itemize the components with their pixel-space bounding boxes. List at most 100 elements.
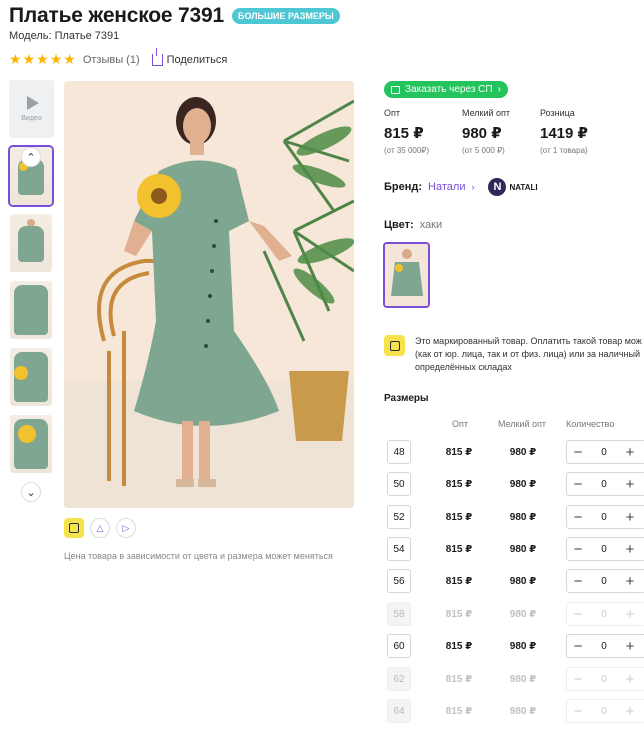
swatch-image: [385, 244, 428, 306]
minus-button[interactable]: −: [567, 638, 589, 655]
quantity-stepper: − 0 +: [566, 472, 644, 496]
thumbnail-4[interactable]: [10, 348, 52, 406]
price-retail: Розница 1419 ₽ (от 1 товара): [540, 108, 618, 155]
size-row: 56 815 ₽ 980 ₽ − 0 +: [387, 568, 644, 594]
plus-button[interactable]: +: [619, 541, 641, 558]
star-icon: ★: [63, 51, 76, 67]
quantity-input[interactable]: 0: [589, 641, 619, 652]
quantity-stepper: − 0 +: [566, 634, 644, 658]
minus-button[interactable]: −: [567, 476, 589, 493]
price-note: Цена товара в зависимости от цвета и раз…: [64, 551, 333, 561]
brand-link[interactable]: Натали: [428, 181, 465, 193]
share-icon: [151, 47, 163, 66]
size-row: 48 815 ₽ 980 ₽ − 0 +: [387, 439, 644, 465]
star-icon: ★: [9, 51, 22, 67]
thumbnail-5[interactable]: [10, 415, 52, 473]
plus-button[interactable]: +: [619, 573, 641, 590]
size-row: 54 815 ₽ 980 ₽ − 0 +: [387, 536, 644, 562]
size-label: 56: [387, 569, 411, 593]
size-price-small-opt: 980 ₽: [509, 478, 537, 490]
size-label: 58: [387, 602, 411, 626]
order-sp-label: Заказать через СП: [405, 84, 493, 95]
size-price-opt: 815 ₽: [445, 575, 473, 587]
minus-button[interactable]: −: [567, 444, 589, 461]
model-text: Модель: Платье 7391: [9, 30, 120, 42]
plus-button[interactable]: +: [619, 638, 641, 655]
quantity-input[interactable]: 0: [589, 512, 619, 523]
quantity-input: 0: [601, 705, 607, 717]
minus-button: −: [573, 702, 583, 720]
size-price-opt: 815 ₽: [445, 673, 473, 685]
size-price-opt: 815 ₽: [445, 511, 473, 523]
quantity-input: 0: [601, 673, 607, 685]
size-price-small-opt: 980 ₽: [509, 511, 537, 523]
thumbnail-sunflower: [18, 425, 36, 443]
star-icon: ★: [22, 51, 36, 67]
quantity-input[interactable]: 0: [589, 479, 619, 490]
quantity-stepper: − 0 +: [566, 667, 644, 691]
price-condition: (от 35 000₽): [384, 146, 430, 155]
size-price-small-opt: 980 ₽: [509, 673, 537, 685]
size-label: 64: [387, 699, 411, 723]
video-thumbnail[interactable]: Видео: [9, 80, 54, 138]
marking-line: Это маркированный товар. Оплатить такой …: [415, 336, 642, 346]
order-sp-button[interactable]: Заказать через СП ›: [384, 81, 508, 98]
reviews-link[interactable]: Отзывы (1): [83, 54, 140, 66]
size-label: 50: [387, 472, 411, 496]
thumbnail-dress: [14, 285, 48, 335]
size-label: 62: [387, 667, 411, 691]
star-icon: ★: [49, 51, 63, 67]
thumbnail-dress: [18, 226, 44, 262]
size-row: 50 815 ₽ 980 ₽ − 0 +: [387, 471, 644, 497]
quantity-input[interactable]: 0: [589, 576, 619, 587]
marking-line: определённых складах: [415, 362, 512, 372]
chevron-down-icon[interactable]: ⌄: [21, 482, 41, 502]
quantity-stepper: − 0 +: [566, 602, 644, 626]
chevron-right-icon: ›: [471, 182, 475, 192]
minus-button[interactable]: −: [567, 573, 589, 590]
color-swatch-khaki[interactable]: [383, 242, 430, 308]
plus-button[interactable]: +: [619, 509, 641, 526]
share-button[interactable]: Поделиться: [151, 47, 227, 66]
brand-label: Бренд:: [384, 181, 423, 193]
quantity-input: 0: [601, 608, 607, 620]
quantity-input[interactable]: 0: [589, 447, 619, 458]
size-price-small-opt: 980 ₽: [509, 640, 537, 652]
quantity-input[interactable]: 0: [589, 544, 619, 555]
thumbnail-3[interactable]: [10, 281, 52, 339]
play-circle-icon[interactable]: ▷: [116, 518, 136, 538]
chevron-right-icon: ›: [497, 84, 501, 95]
play-icon: [27, 96, 39, 110]
color-row: Цвет: хаки: [384, 219, 442, 231]
minus-button: −: [573, 670, 583, 688]
color-label: Цвет:: [384, 219, 414, 231]
col-header-small-opt: Мелкий опт: [498, 419, 547, 429]
thumbnail-2[interactable]: [10, 214, 52, 272]
size-price-opt: 815 ₽: [445, 543, 473, 555]
quantity-stepper: − 0 +: [566, 505, 644, 529]
price-value: 815 ₽: [384, 125, 424, 142]
marking-icon[interactable]: [64, 518, 84, 538]
title-row: Платье женское 7391 БОЛЬШИЕ РАЗМЕРЫ: [9, 4, 340, 28]
thumbs-up-arrow[interactable]: ⌃: [21, 147, 41, 167]
hanger-icon[interactable]: △: [90, 518, 110, 538]
price-condition: (от 1 товара): [540, 146, 588, 155]
size-price-small-opt: 980 ₽: [509, 543, 537, 555]
size-label: 54: [387, 537, 411, 561]
size-badge[interactable]: БОЛЬШИЕ РАЗМЕРЫ: [231, 8, 340, 24]
star-icon: ★: [36, 51, 49, 67]
plus-button[interactable]: +: [619, 444, 641, 461]
price-label: Розница: [540, 108, 575, 118]
size-price-opt: 815 ₽: [445, 640, 473, 652]
size-label: 60: [387, 634, 411, 658]
main-product-image[interactable]: [64, 81, 354, 508]
size-label: 48: [387, 440, 411, 464]
size-row: 64 815 ₽ 980 ₽ − 0 +: [387, 698, 644, 724]
minus-button[interactable]: −: [567, 541, 589, 558]
size-price-small-opt: 980 ₽: [509, 608, 537, 620]
marking-icon: [384, 335, 405, 356]
minus-button[interactable]: −: [567, 509, 589, 526]
plus-button: +: [625, 702, 635, 720]
plus-button[interactable]: +: [619, 476, 641, 493]
brand-logo[interactable]: N NATALI: [488, 178, 538, 196]
